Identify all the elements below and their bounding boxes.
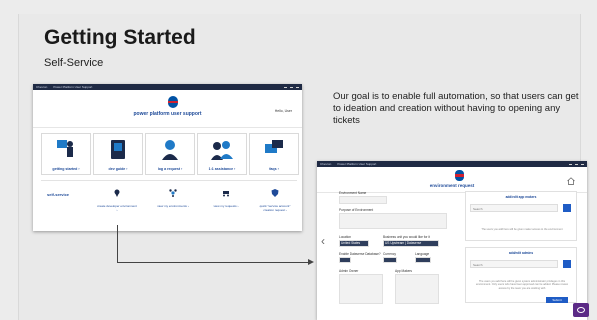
meeting-icon [211,141,233,160]
tile-log-request[interactable]: log a request › [145,133,195,175]
admins-panel: add/edit admins Search The users you add… [465,247,577,303]
location-label: Location [339,235,352,239]
portal-screenshot: Chevron Power Platform User Support powe… [33,84,302,231]
self-service-item-label: view my environments › [157,204,189,208]
app-makers-panel-title: add/edit app makers [505,195,537,199]
admins-add-button[interactable] [563,260,571,268]
tile-getting-started[interactable]: getting started › [41,133,91,175]
purpose-label: Purpose of Environment [339,208,374,212]
person-at-board-icon [57,140,73,157]
cart-icon [223,191,229,197]
back-arrow-icon[interactable]: ‹ [321,234,325,248]
request-header: environment request [317,167,587,193]
app-makers-note: The users you add here will be given mak… [481,228,563,231]
portal-brand: power platform user support [133,111,202,117]
self-service-item-label: quick "service account" creation request… [259,204,291,212]
slide: Getting Started Self-Service Our goal is… [0,0,597,320]
self-service-service-account[interactable]: quick "service account" creation request… [255,186,295,212]
admins-note: The users you add here will be given sys… [476,280,568,290]
admins-search[interactable]: Search [470,260,558,268]
portal-header: power platform user support Hello, User [33,90,302,128]
language-select[interactable] [415,257,431,263]
dataverse-select[interactable] [339,257,351,263]
tile-label: getting started › [52,167,80,171]
purpose-input[interactable] [339,213,447,229]
home-icon[interactable] [567,177,575,185]
self-service-item-label: create developer environment › [97,204,137,212]
window-controls[interactable] [569,163,584,165]
window-title-page: Power Platform User Support [53,85,93,89]
env-name-input[interactable] [339,196,387,204]
dataverse-label: Enable Dataverse Database? [339,252,381,256]
window-title-page: Power Platform User Support [337,162,377,166]
business-unit-label: Business unit you would like for it [383,235,430,239]
app-makers-search[interactable]: Search [470,204,558,212]
currency-label: Currency [383,252,396,256]
chevron-logo-icon [455,170,464,181]
app-makers-label: App Makers [395,269,413,273]
location-pin-icon [114,189,120,197]
page-subtitle: Self-Service [44,57,104,69]
headset-user-icon [162,140,178,160]
tile-label: log a request › [157,167,183,171]
submit-button[interactable]: Submit [546,297,568,303]
environment-request-screenshot: Chevron Power Platform User Support envi… [317,161,587,320]
connector-line [117,225,118,263]
request-brand: environment request [429,183,475,188]
self-service-label: self-service [47,192,70,197]
self-service-view-requests[interactable]: view my requests › [206,186,246,208]
tile-label: 1:1 assistance › [208,167,236,171]
arrow-right-icon [308,259,314,265]
connector-line [117,262,311,263]
request-form: Environment Name Purpose of Environment … [339,191,459,313]
location-value: United States [341,241,361,245]
env-name-label: Environment Name [339,191,367,195]
chat-bubble-icon [265,140,283,153]
tile-assistance[interactable]: 1:1 assistance › [197,133,247,175]
network-icon [169,189,177,197]
shield-icon [271,189,279,197]
app-makers-panel: add/edit app makers Search The users you… [465,191,577,241]
admin-owner-label: Admin Owner [339,269,359,273]
chevron-logo-icon [168,96,178,108]
admin-owner-input[interactable] [339,274,383,304]
tile-dev-guide[interactable]: dev guide › [93,133,143,175]
self-service-view-envs[interactable]: view my environments › [153,186,193,208]
admins-panel-title: add/edit admins [508,251,534,255]
slide-description: Our goal is to enable full automation, s… [333,91,579,126]
presenter-icon[interactable] [573,303,589,317]
page-title: Getting Started [44,26,196,49]
user-greeting[interactable]: Hello, User [275,109,292,113]
self-service-create-env[interactable]: create developer environment › [97,186,137,212]
portal-tiles: getting started › dev guide › log a requ… [41,133,299,175]
book-icon [111,140,125,159]
app-makers-input[interactable] [395,274,439,304]
currency-select[interactable] [383,257,397,263]
tile-faqs[interactable]: faqs › [249,133,299,175]
language-label: Language [415,252,430,256]
tile-label: faqs › [269,167,279,171]
window-controls[interactable] [284,86,299,88]
self-service-bar: self-service create developer environmen… [41,180,297,212]
self-service-item-label: view my requests › [213,204,239,208]
business-unit-value: US Upstream | Dataverse [385,241,422,245]
app-makers-add-button[interactable] [563,204,571,212]
window-title-app: Chevron [36,85,48,89]
window-title-app: Chevron [320,162,332,166]
tile-label: dev guide › [108,167,128,171]
